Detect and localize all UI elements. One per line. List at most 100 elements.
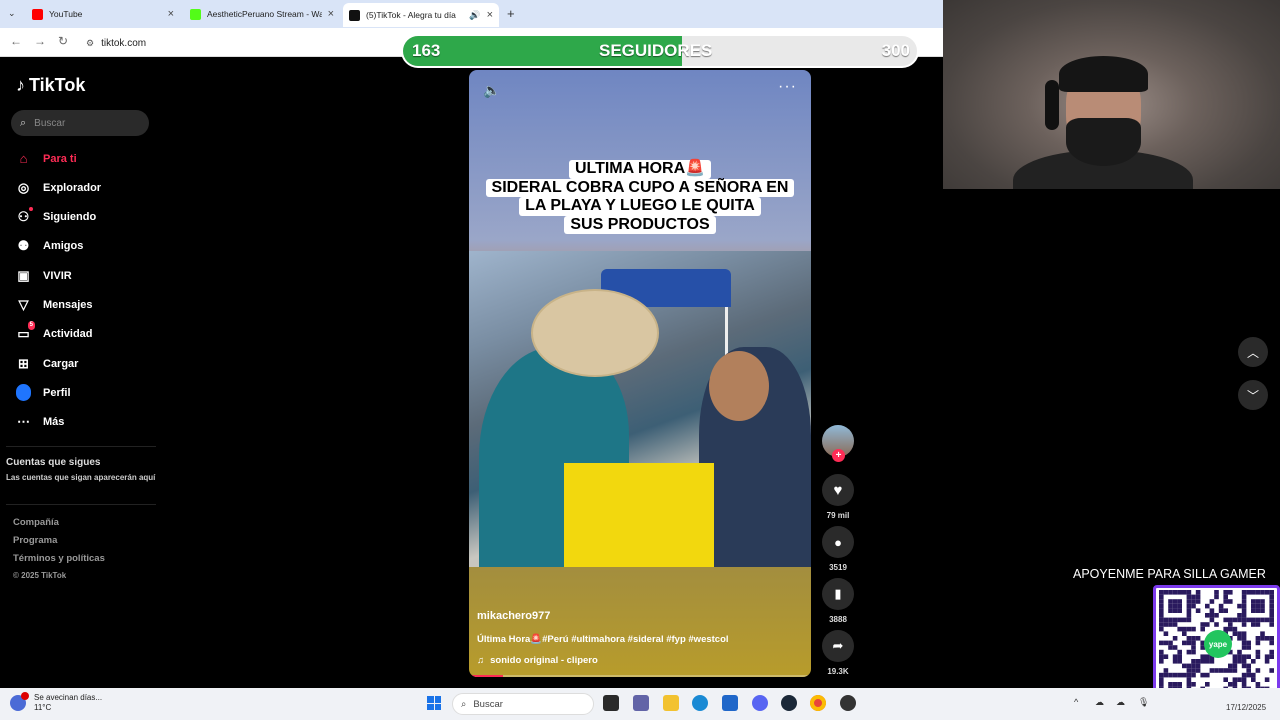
- follow-plus-icon[interactable]: +: [832, 449, 845, 462]
- microphone-icon[interactable]: 🎙: [1138, 697, 1149, 708]
- qr-module: [1186, 613, 1192, 618]
- search-input[interactable]: ⌕ Buscar: [11, 110, 149, 136]
- forward-icon[interactable]: →: [34, 34, 46, 48]
- tiktok-logo[interactable]: ♪ TikTok: [16, 75, 85, 96]
- upload-icon: ⊞: [18, 355, 29, 371]
- teams-icon[interactable]: [633, 695, 649, 711]
- taskbar-date: 17/12/2025: [1226, 703, 1267, 712]
- chrome-icon[interactable]: [810, 695, 826, 711]
- qr-module: [1251, 622, 1256, 627]
- qr-module: [1172, 654, 1178, 659]
- footer-link-program[interactable]: Programa: [13, 535, 57, 546]
- qr-module: [1182, 631, 1187, 636]
- sidebar-item-perfil[interactable]: Perfil: [16, 384, 71, 401]
- qr-module: [1218, 668, 1224, 673]
- qr-module: [1177, 590, 1182, 595]
- tab-tiktok[interactable]: (5)TikTok - Alegra tu día 🔊 ×: [343, 3, 499, 27]
- steam-icon[interactable]: [781, 695, 797, 711]
- comment-button[interactable]: ●: [822, 526, 854, 558]
- qr-module: [1260, 608, 1265, 613]
- task-view-icon[interactable]: [603, 695, 619, 711]
- qr-module: [1260, 631, 1265, 636]
- sidebar-item-siguiendo[interactable]: ⚇ Siguiendo: [16, 207, 96, 224]
- discord-icon[interactable]: [752, 695, 768, 711]
- qr-module: [1237, 631, 1242, 636]
- qr-module: [1177, 659, 1182, 664]
- streamer-hair: [1059, 56, 1148, 92]
- sidebar-item-para-ti[interactable]: ⌂ Para ti: [16, 151, 77, 166]
- edge-icon[interactable]: [692, 695, 708, 711]
- previous-video-button[interactable]: ︿: [1238, 337, 1268, 367]
- qr-module: [1191, 649, 1196, 655]
- weather-widget[interactable]: Se avecinan días... 11°C: [10, 692, 102, 713]
- qr-module: [1186, 599, 1192, 604]
- new-tab-button[interactable]: +: [507, 6, 515, 21]
- browser-tab-bar: ⌄ YouTube × AestheticPeruano Stream - Wa…: [0, 0, 943, 28]
- share-button[interactable]: ➦: [822, 630, 854, 662]
- qr-module: [1228, 663, 1233, 669]
- obs-icon[interactable]: [840, 695, 856, 711]
- qr-module: [1159, 672, 1164, 678]
- qr-module: [1228, 599, 1233, 604]
- qr-module: [1205, 603, 1210, 609]
- file-explorer-icon[interactable]: [663, 695, 679, 711]
- profile-icon: [16, 384, 31, 401]
- video-description[interactable]: Última Hora🚨#Perú #ultimahora #sideral #…: [477, 634, 729, 645]
- volume-icon[interactable]: 🔈: [483, 82, 500, 99]
- qr-module: [1172, 617, 1178, 623]
- video-author[interactable]: mikachero977: [477, 610, 550, 622]
- qr-module: [1186, 672, 1192, 678]
- headset-icon: [1045, 80, 1059, 130]
- sidebar-item-mensajes[interactable]: ▽ Mensajes: [16, 297, 93, 312]
- next-video-button[interactable]: ﹀: [1238, 380, 1268, 410]
- sidebar-item-cargar[interactable]: ⊞ Cargar: [16, 356, 78, 371]
- taskbar-search[interactable]: ⌕ Buscar: [452, 693, 594, 715]
- compass-icon: ◎: [17, 179, 30, 195]
- onedrive-icon[interactable]: ☁: [1095, 697, 1104, 708]
- windows-start-button[interactable]: [427, 696, 441, 710]
- qr-module: [1168, 617, 1173, 623]
- qr-module: [1195, 668, 1201, 673]
- qr-module: [1159, 677, 1164, 682]
- tab-youtube[interactable]: YouTube ×: [26, 4, 180, 24]
- tab-list-button[interactable]: ⌄: [8, 8, 16, 19]
- qr-module: [1163, 617, 1169, 623]
- close-tab-icon[interactable]: ×: [328, 8, 334, 20]
- like-button[interactable]: ♥: [822, 474, 854, 506]
- qr-module: [1159, 590, 1164, 595]
- close-tab-icon[interactable]: ×: [168, 8, 174, 20]
- store-icon[interactable]: [722, 695, 738, 711]
- kick-favicon-icon: [190, 8, 201, 20]
- footer-link-company[interactable]: Compañía: [13, 517, 59, 528]
- save-button[interactable]: ▮: [822, 578, 854, 610]
- url-field[interactable]: ⚙ tiktok.com: [86, 34, 146, 52]
- qr-module: [1195, 594, 1201, 600]
- qr-module: [1269, 590, 1274, 595]
- audio-playing-icon[interactable]: 🔊: [469, 10, 480, 21]
- qr-module: [1191, 603, 1196, 609]
- sidebar-item-amigos[interactable]: ⚉ Amigos: [16, 238, 84, 253]
- video-progress-bar[interactable]: [469, 675, 811, 677]
- tray-overflow-icon[interactable]: ^: [1074, 697, 1078, 707]
- site-settings-icon[interactable]: ⚙: [86, 38, 94, 49]
- heart-icon: ♥: [833, 481, 843, 499]
- qr-module: [1172, 590, 1178, 595]
- qr-module: [1159, 613, 1164, 618]
- reload-icon[interactable]: ↻: [58, 34, 68, 48]
- qr-module: [1186, 617, 1192, 623]
- more-options-icon[interactable]: ···: [778, 78, 797, 96]
- sidebar-item-actividad[interactable]: ▭ 5 Actividad: [16, 321, 93, 341]
- qr-module: [1214, 590, 1219, 595]
- sidebar-item-vivir[interactable]: ▣ VIVIR: [16, 268, 71, 283]
- qr-module: [1177, 617, 1182, 623]
- tab-kick-stream[interactable]: AestheticPeruano Stream - Wat ×: [184, 4, 340, 24]
- video-player[interactable]: 🔈 ··· ULTIMA HORA🚨 SIDERAL COBRA CUPO A …: [469, 70, 811, 677]
- footer-link-terms[interactable]: Términos y políticas: [13, 553, 105, 564]
- video-music[interactable]: ♫ sonido original - clipero: [477, 655, 598, 666]
- back-icon[interactable]: ←: [10, 34, 22, 48]
- sidebar-item-explorador[interactable]: ◎ Explorador: [16, 180, 101, 195]
- caption-line: SIDERAL COBRA CUPO A SEÑORA EN: [485, 178, 795, 197]
- close-tab-icon[interactable]: ×: [487, 9, 493, 21]
- sidebar-item-mas[interactable]: ⋯ Más: [16, 414, 64, 429]
- cloud-icon[interactable]: ☁: [1116, 697, 1125, 708]
